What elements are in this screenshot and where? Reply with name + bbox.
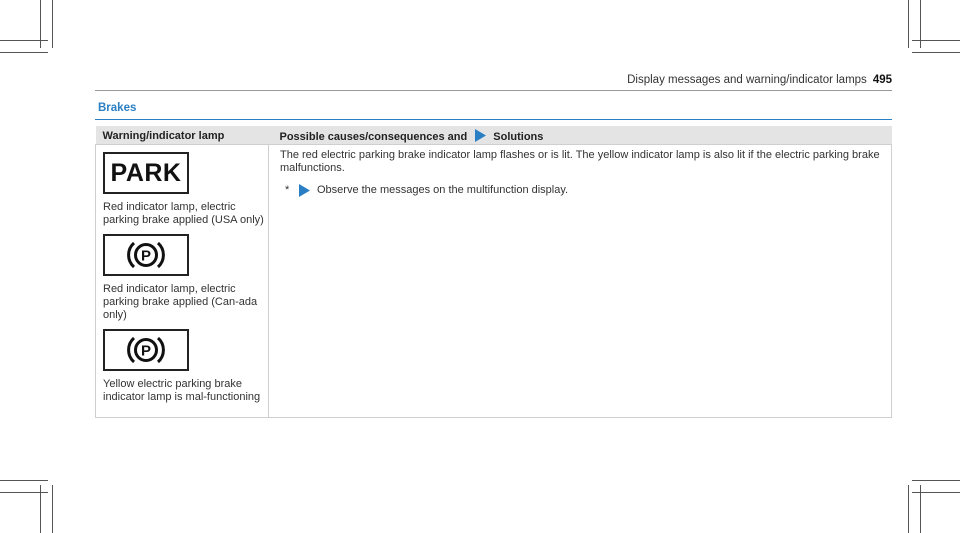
page-number: 495 [872,74,892,86]
parking-brake-p-icon: P [103,234,189,276]
crop-mark [912,40,960,41]
column-header-causes: Possible causes/consequences and Solutio… [268,126,892,145]
crop-mark [908,0,909,48]
crop-mark [0,52,48,53]
section-title: Brakes [98,102,137,114]
section-rule [95,119,892,120]
crop-mark [0,492,48,493]
column-header-lamp: Warning/indicator lamp [95,126,269,145]
lamp-cell: PARK Red indicator lamp, electric parkin… [95,144,269,418]
svg-text:P: P [141,343,151,360]
running-title: Display messages and warning/indicator l… [627,74,867,86]
arrow-right-icon [296,184,311,197]
solution-text: Observe the messages on the multifunctio… [317,184,569,196]
crop-mark [0,480,48,481]
parking-brake-p-icon: P [103,329,189,371]
crop-mark [52,0,53,48]
footnote-marker: * [285,184,290,196]
table-header-row: Warning/indicator lamp Possible causes/c… [95,126,892,145]
arrow-right-icon [472,128,487,142]
crop-mark [912,492,960,493]
crop-mark [0,40,48,41]
crop-mark [912,52,960,53]
lamp-table: Warning/indicator lamp Possible causes/c… [95,126,892,418]
park-lamp-icon: PARK [103,152,189,194]
solution-item: * Observe the messages on the multifunct… [280,184,883,197]
causes-header-label: Possible causes/consequences and [279,130,468,143]
table-row: PARK Red indicator lamp, electric parkin… [95,144,892,418]
crop-mark [908,485,909,533]
header-rule [95,90,892,91]
lamp-caption: Red indicator lamp, electric parking bra… [103,201,264,226]
park-symbol-text: PARK [110,158,182,187]
running-header: Display messages and warning/indicator l… [627,74,892,86]
svg-text:P: P [141,248,151,265]
solutions-header-label: Solutions [493,130,544,143]
lamp-caption: Red indicator lamp, electric parking bra… [103,283,258,321]
crop-mark [912,480,960,481]
causes-text: The red electric parking brake indicator… [280,149,880,174]
causes-cell: The red electric parking brake indicator… [268,144,892,418]
crop-mark [52,485,53,533]
lamp-caption: Yellow electric parking brake indicator … [103,378,261,403]
